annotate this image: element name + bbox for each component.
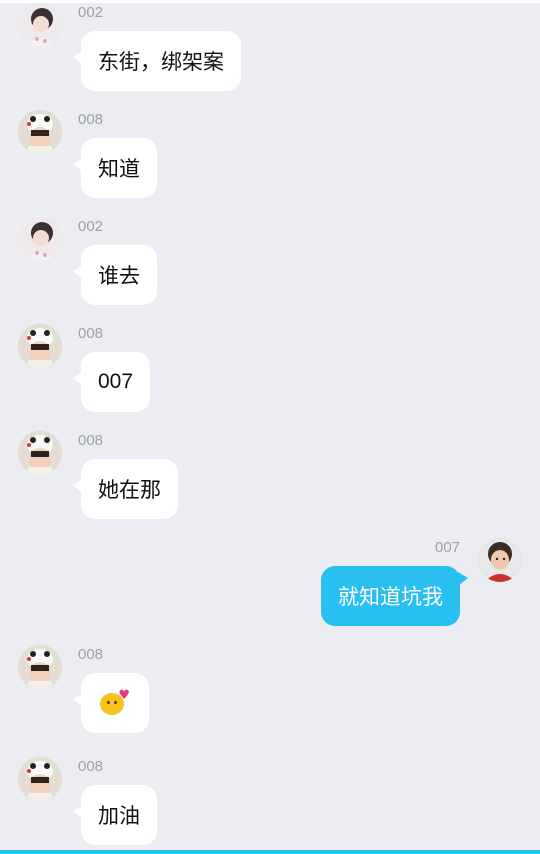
avatar[interactable] xyxy=(18,217,62,261)
message-bubble[interactable]: 007 xyxy=(72,352,151,412)
sender-name: 008 xyxy=(78,325,104,342)
avatar[interactable] xyxy=(478,538,522,582)
message-bubble[interactable]: 谁去 xyxy=(73,245,157,305)
avatar-girl-flower-icon xyxy=(18,3,62,47)
message-row: 002 谁去 xyxy=(0,214,540,314)
sender-name: 008 xyxy=(78,432,104,449)
message-row: 008 ♥ xyxy=(0,642,540,742)
blowing-kiss-emoji-icon: ♥ xyxy=(100,689,130,717)
message-bubble[interactable]: 就知道坑我 xyxy=(321,566,468,626)
avatar-panda-hat-icon xyxy=(18,324,62,368)
message-row: 008 她在那 xyxy=(0,428,540,528)
avatar-panda-hat-icon xyxy=(18,110,62,154)
avatar[interactable] xyxy=(18,110,62,154)
avatar-child-red-icon xyxy=(478,538,522,582)
sender-name: 008 xyxy=(78,758,104,775)
avatar[interactable] xyxy=(18,645,62,689)
message-row: 002 东街，绑架案 xyxy=(0,0,540,100)
chat-message-list[interactable]: 002 东街，绑架案 008 知道 002 谁去 008 007 008 她在那… xyxy=(0,0,540,850)
message-bubble[interactable]: ♥ xyxy=(73,673,149,733)
avatar-panda-hat-icon xyxy=(18,757,62,801)
message-bubble[interactable]: 知道 xyxy=(73,138,157,198)
avatar[interactable] xyxy=(18,3,62,47)
avatar-panda-hat-icon xyxy=(18,645,62,689)
avatar-panda-hat-icon xyxy=(18,431,62,475)
avatar-girl-flower-icon xyxy=(18,217,62,261)
message-row: 008 加油 xyxy=(0,754,540,854)
sender-name: 008 xyxy=(78,646,104,663)
sender-name: 002 xyxy=(78,4,104,21)
message-bubble[interactable]: 她在那 xyxy=(73,459,178,519)
message-bubble[interactable]: 东街，绑架案 xyxy=(73,31,241,91)
message-bubble[interactable]: 加油 xyxy=(73,785,157,845)
sender-name: 007 xyxy=(435,539,461,556)
message-row: 008 知道 xyxy=(0,107,540,207)
message-row: 007 就知道坑我 xyxy=(0,535,540,635)
input-bar-top-border xyxy=(0,850,540,854)
avatar[interactable] xyxy=(18,324,62,368)
avatar[interactable] xyxy=(18,757,62,801)
sender-name: 002 xyxy=(78,218,104,235)
message-row: 008 007 xyxy=(0,321,540,421)
avatar[interactable] xyxy=(18,431,62,475)
sender-name: 008 xyxy=(78,111,104,128)
